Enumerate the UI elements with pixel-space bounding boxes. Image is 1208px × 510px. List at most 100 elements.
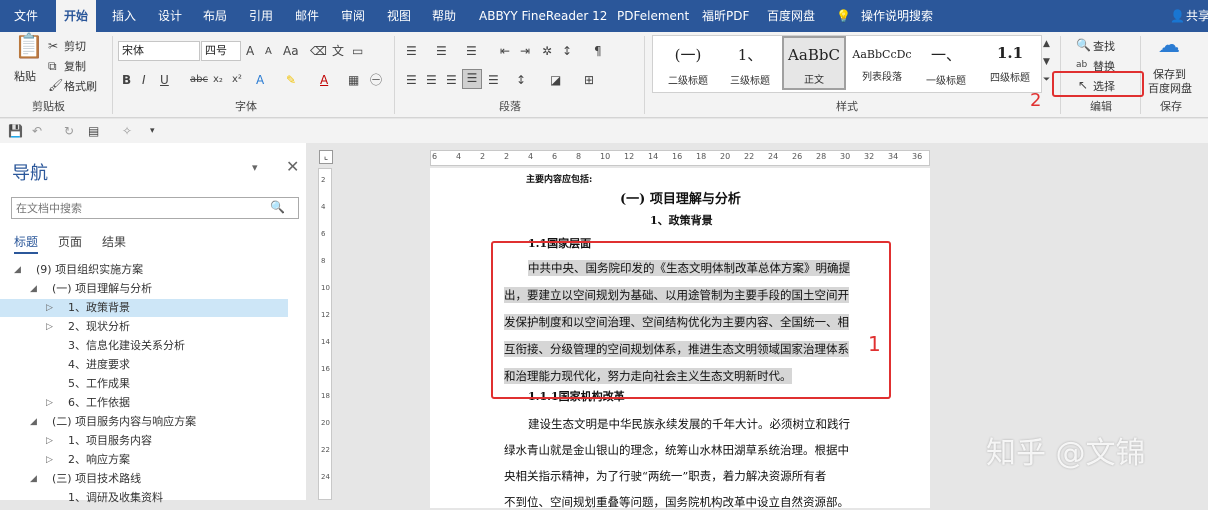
format-painter-button[interactable]: 格式刷 bbox=[64, 78, 97, 94]
text-effects-button[interactable]: A bbox=[256, 72, 264, 88]
tab-mailings[interactable]: 邮件 bbox=[295, 0, 319, 32]
nav-heading-item[interactable]: ▷ 6、工作依据 bbox=[0, 394, 288, 412]
font-size-combo[interactable]: 四号 bbox=[201, 41, 241, 61]
phonetic-guide-icon[interactable]: 文 bbox=[332, 43, 344, 59]
customize-qat-icon[interactable]: ▾ bbox=[150, 123, 155, 139]
bullets-icon[interactable]: ☰ bbox=[406, 43, 417, 59]
nav-heading-item[interactable]: 3、信息化建设关系分析 bbox=[0, 337, 288, 355]
pane-options-icon[interactable]: ▾ bbox=[252, 161, 258, 174]
subscript-button[interactable]: x₂ bbox=[213, 72, 223, 88]
expand-arrow-icon[interactable]: ▷ bbox=[46, 394, 53, 412]
sort-icon[interactable]: ↕ bbox=[562, 43, 572, 59]
nav-heading-item[interactable]: 5、工作成果 bbox=[0, 375, 288, 393]
gallery-scroll-up-icon[interactable]: ▲ bbox=[1043, 36, 1050, 52]
character-shading-icon[interactable]: ▦ bbox=[348, 72, 359, 88]
expand-arrow-icon[interactable]: ▷ bbox=[46, 432, 53, 450]
strikethrough-button[interactable]: abc bbox=[190, 72, 208, 88]
search-input[interactable] bbox=[11, 197, 299, 219]
italic-button[interactable]: I bbox=[142, 72, 146, 88]
expand-arrow-icon[interactable]: ◢ bbox=[30, 470, 37, 488]
redo-icon[interactable]: ↻ bbox=[64, 123, 74, 139]
expand-arrow-icon[interactable]: ▷ bbox=[46, 451, 53, 469]
nav-heading-item[interactable]: ◢ (9) 项目组织实施方案 bbox=[0, 261, 288, 279]
font-name-combo[interactable]: 宋体 bbox=[118, 41, 200, 61]
underline-button[interactable]: U bbox=[160, 72, 169, 88]
tab-help[interactable]: 帮助 bbox=[432, 0, 456, 32]
chinese-layout-icon[interactable]: ✲ bbox=[542, 43, 552, 59]
justify-icon[interactable]: ☰ bbox=[462, 69, 482, 89]
format-icon[interactable]: ✧ bbox=[122, 123, 132, 139]
print-preview-icon[interactable]: ▤ bbox=[88, 123, 99, 139]
style-heading2[interactable]: (一) 二级标题 bbox=[656, 36, 720, 90]
tab-baidu[interactable]: 百度网盘 bbox=[767, 0, 815, 32]
copy-button[interactable]: 复制 bbox=[64, 58, 86, 74]
tab-file[interactable]: 文件 bbox=[14, 0, 38, 32]
expand-arrow-icon[interactable]: ◢ bbox=[30, 280, 37, 298]
character-border-icon[interactable]: ▭ bbox=[352, 43, 363, 59]
style-heading1[interactable]: 一、 一级标题 bbox=[914, 36, 978, 90]
style-heading3[interactable]: 1、 三级标题 bbox=[718, 36, 782, 90]
tab-layout[interactable]: 布局 bbox=[203, 0, 227, 32]
paste-button[interactable]: 粘贴 bbox=[14, 68, 36, 84]
font-color-button[interactable]: A bbox=[320, 72, 328, 88]
find-button[interactable]: 查找 bbox=[1093, 38, 1115, 54]
bold-button[interactable]: B bbox=[122, 72, 131, 88]
expand-arrow-icon[interactable]: ◢ bbox=[30, 413, 37, 431]
save-baidu-label[interactable]: 百度网盘 bbox=[1148, 80, 1192, 96]
numbering-icon[interactable]: ☰ bbox=[436, 43, 447, 59]
expand-arrow-icon[interactable]: ▷ bbox=[46, 299, 53, 317]
tab-view[interactable]: 视图 bbox=[387, 0, 411, 32]
baidu-netdisk-icon[interactable]: ☁ bbox=[1158, 35, 1180, 57]
shading-icon[interactable]: ◪ bbox=[550, 72, 561, 88]
tab-home[interactable]: 开始 bbox=[56, 0, 97, 32]
search-icon[interactable]: 🔍 bbox=[270, 200, 285, 214]
nav-heading-item[interactable]: ▷ 2、响应方案 bbox=[0, 451, 288, 469]
tab-references[interactable]: 引用 bbox=[249, 0, 273, 32]
nav-heading-item[interactable]: ◢ (二) 项目服务内容与响应方案 bbox=[0, 413, 288, 431]
style-normal[interactable]: AaBbC 正文 bbox=[782, 36, 846, 90]
cut-button[interactable]: 剪切 bbox=[64, 38, 86, 54]
tab-pages[interactable]: 页面 bbox=[58, 233, 82, 250]
nav-heading-item[interactable]: ▷ 1、政策背景 bbox=[0, 299, 288, 317]
nav-heading-item[interactable]: ◢ (三) 项目技术路线 bbox=[0, 470, 288, 488]
clear-formatting-icon[interactable]: ⌫ bbox=[310, 43, 327, 59]
nav-heading-item[interactable]: ▷ 2、现状分析 bbox=[0, 318, 288, 336]
multilevel-list-icon[interactable]: ☰ bbox=[466, 43, 477, 59]
grow-font-button[interactable]: A bbox=[246, 43, 254, 59]
highlight-icon[interactable]: ✎ bbox=[286, 72, 296, 88]
nav-heading-item[interactable]: 1、调研及收集资料 bbox=[0, 489, 288, 507]
tab-selector-icon[interactable]: ⌞ bbox=[319, 150, 333, 164]
share-button[interactable]: 共享 bbox=[1186, 0, 1208, 32]
tab-insert[interactable]: 插入 bbox=[112, 0, 136, 32]
decrease-indent-icon[interactable]: ⇤ bbox=[500, 43, 510, 59]
gallery-more-icon[interactable]: ⏷ bbox=[1043, 72, 1050, 88]
gallery-scroll-down-icon[interactable]: ▼ bbox=[1043, 54, 1050, 70]
shrink-font-button[interactable]: A bbox=[265, 44, 272, 60]
borders-icon[interactable]: ⊞ bbox=[584, 72, 594, 88]
align-left-icon[interactable]: ☰ bbox=[406, 72, 417, 88]
style-list-paragraph[interactable]: AaBbCcDc 列表段落 bbox=[850, 36, 914, 90]
enclose-character-icon[interactable]: ㊀ bbox=[370, 72, 382, 88]
nav-heading-item[interactable]: ◢ (一) 项目理解与分析 bbox=[0, 280, 288, 298]
align-center-icon[interactable]: ☰ bbox=[426, 72, 437, 88]
nav-heading-item[interactable]: ▷ 1、项目服务内容 bbox=[0, 432, 288, 450]
expand-arrow-icon[interactable]: ▷ bbox=[46, 318, 53, 336]
change-case-button[interactable]: Aa bbox=[283, 43, 299, 59]
undo-icon[interactable]: ↶ bbox=[32, 123, 42, 139]
tab-design[interactable]: 设计 bbox=[158, 0, 182, 32]
nav-heading-item[interactable]: 4、进度要求 bbox=[0, 356, 288, 374]
line-spacing-icon[interactable]: ↕ bbox=[516, 72, 526, 88]
expand-arrow-icon[interactable]: ◢ bbox=[14, 261, 21, 279]
distributed-icon[interactable]: ☰ bbox=[488, 72, 499, 88]
tab-pdfelement[interactable]: PDFelement bbox=[617, 0, 689, 32]
tab-review[interactable]: 审阅 bbox=[341, 0, 365, 32]
paste-icon[interactable]: 📋 bbox=[14, 34, 44, 58]
close-icon[interactable]: ✕ bbox=[286, 157, 299, 176]
tab-results[interactable]: 结果 bbox=[102, 233, 126, 250]
save-icon[interactable]: 💾 bbox=[8, 123, 23, 139]
tell-me-search[interactable]: 操作说明搜索 bbox=[861, 0, 933, 32]
tab-abbyy[interactable]: ABBYY FineReader 12 bbox=[479, 0, 607, 32]
tab-headings[interactable]: 标题 bbox=[14, 233, 39, 254]
tab-foxit[interactable]: 福昕PDF bbox=[702, 0, 749, 32]
show-marks-icon[interactable]: ¶ bbox=[594, 43, 602, 59]
